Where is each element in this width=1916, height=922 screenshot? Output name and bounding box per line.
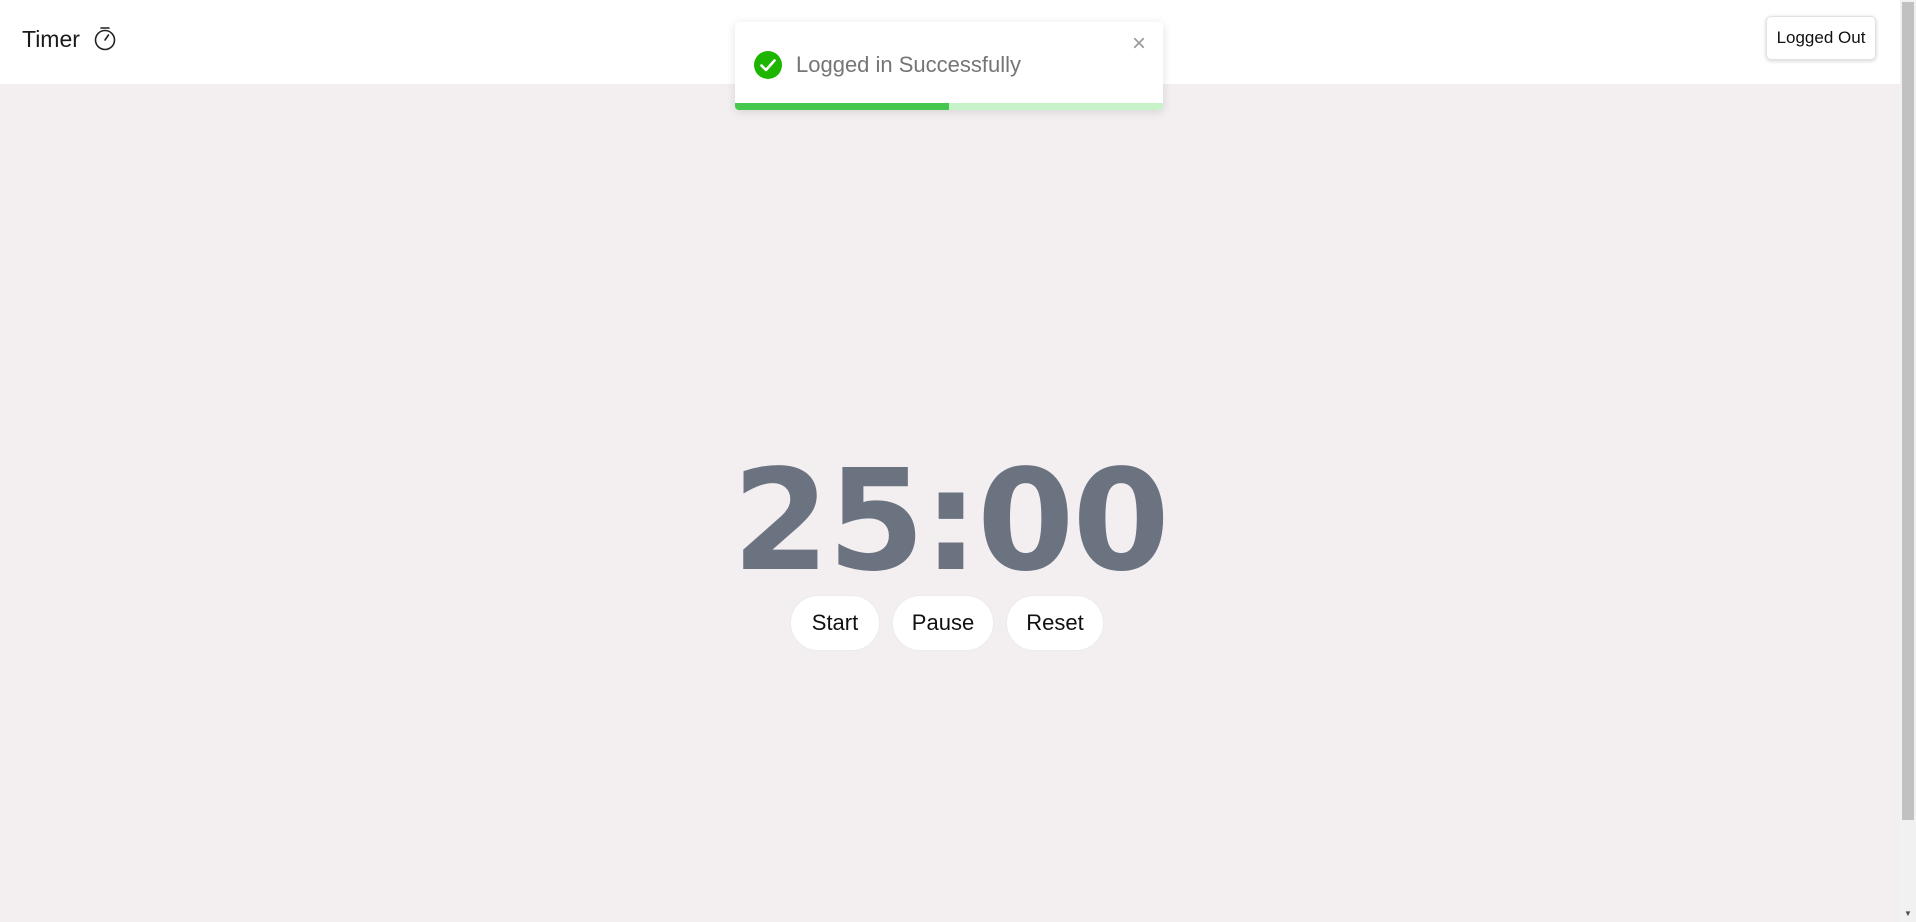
- close-icon[interactable]: ×: [1127, 32, 1151, 56]
- timer-controls: Start Pause Reset: [790, 595, 1116, 651]
- toast-progress-bar: [735, 103, 1163, 110]
- pause-button[interactable]: Pause: [892, 595, 994, 651]
- login-success-toast: Logged in Successfully ×: [735, 22, 1163, 110]
- reset-button[interactable]: Reset: [1006, 595, 1104, 651]
- brand: Timer: [22, 24, 117, 54]
- start-button[interactable]: Start: [790, 595, 880, 651]
- scroll-down-arrow-icon[interactable]: ▼: [1900, 908, 1916, 920]
- app-title: Timer: [22, 26, 80, 52]
- toast-progress-fill: [735, 103, 949, 110]
- timer-display: 25:00: [732, 440, 1170, 603]
- vertical-scrollbar[interactable]: ▼: [1900, 0, 1916, 922]
- check-circle-icon: [754, 51, 782, 79]
- page: Timer Logged Out Logged in Successfully …: [0, 0, 1900, 922]
- stopwatch-icon: [93, 25, 117, 53]
- logged-out-button[interactable]: Logged Out: [1766, 16, 1876, 60]
- scrollbar-thumb[interactable]: [1902, 2, 1914, 820]
- toast-message: Logged in Successfully: [796, 52, 1022, 77]
